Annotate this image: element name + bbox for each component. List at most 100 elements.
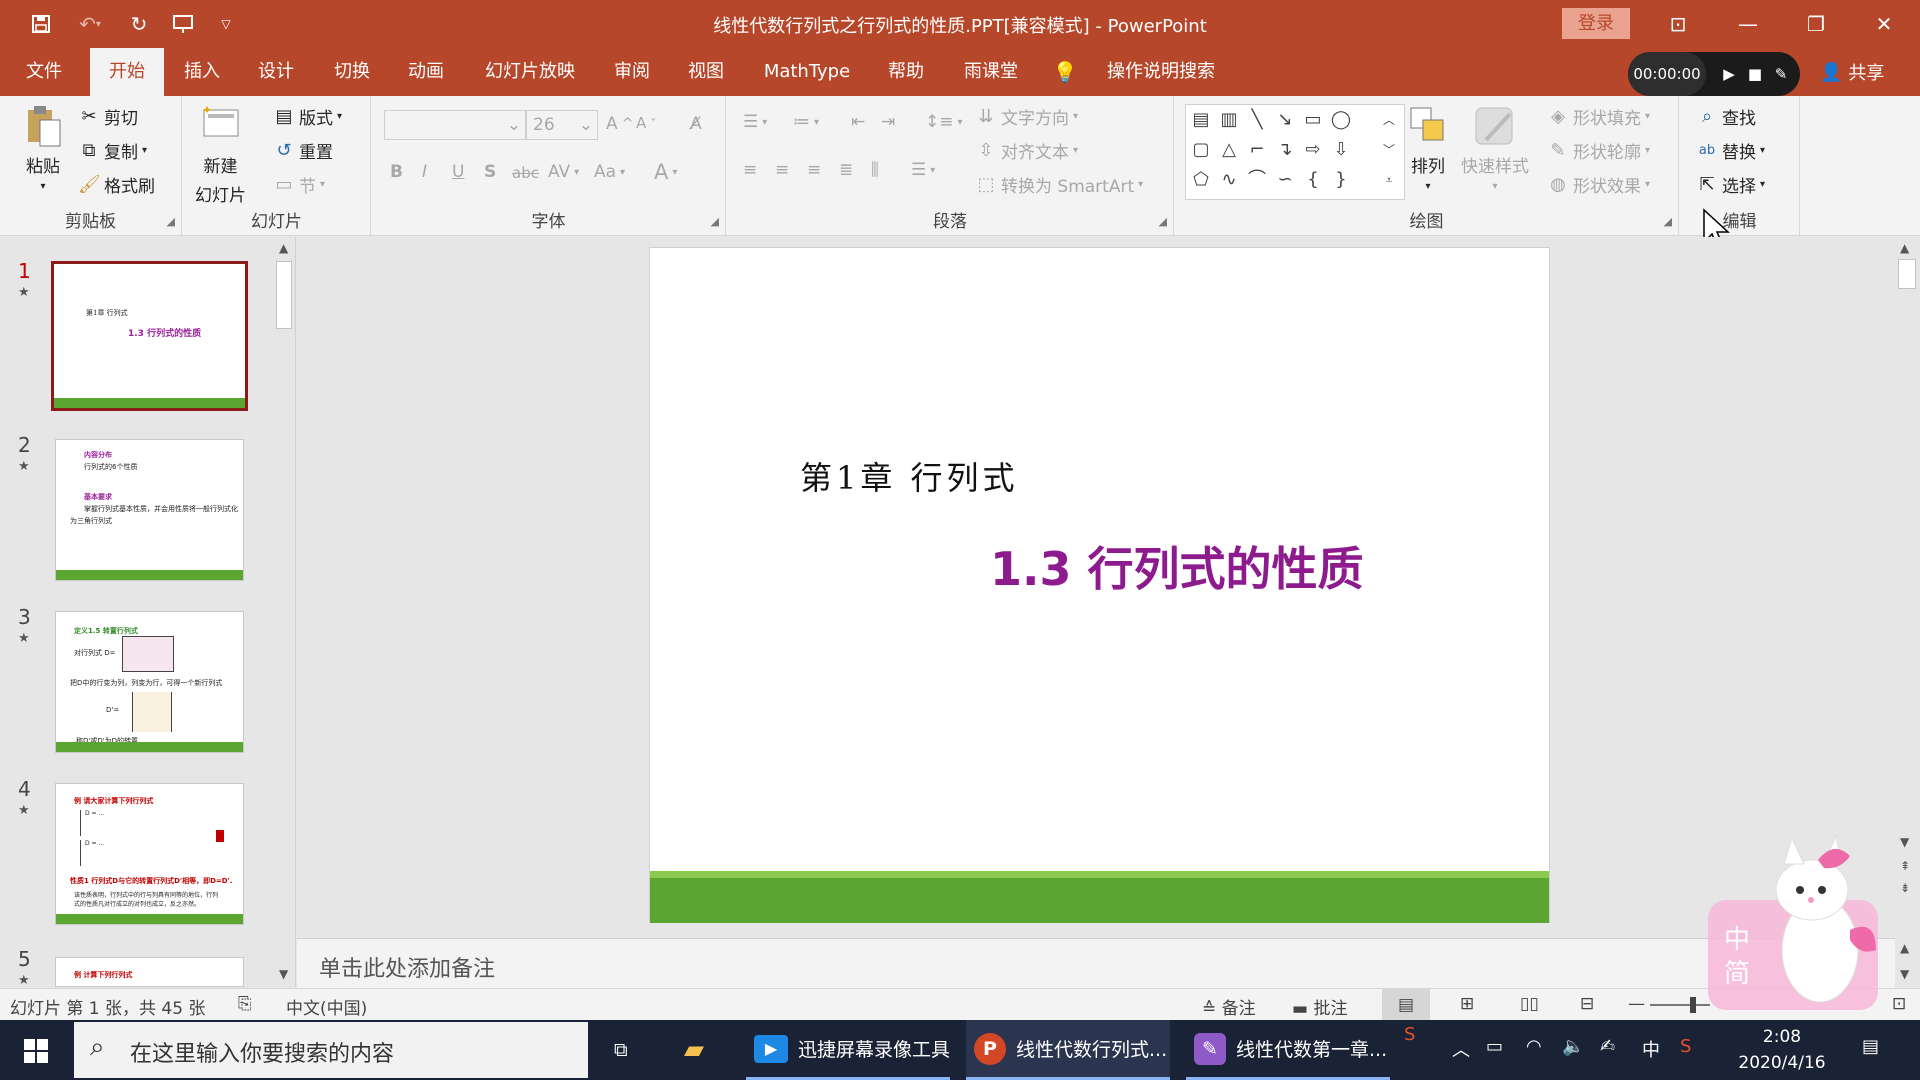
reading-view-icon[interactable]: ▯▯ bbox=[1520, 994, 1539, 1014]
task-view-icon[interactable]: ⧉ bbox=[606, 1020, 666, 1080]
scrollbar-thumb[interactable] bbox=[276, 261, 292, 329]
oval-shape-icon[interactable]: ◯ bbox=[1328, 107, 1354, 133]
slide-chapter-text[interactable]: 第1章 行列式 bbox=[800, 453, 1019, 499]
login-button[interactable]: 登录 bbox=[1562, 8, 1630, 39]
scrollbar-thumb[interactable] bbox=[1898, 259, 1916, 289]
dialog-launcher-icon[interactable]: ◢ bbox=[711, 215, 719, 228]
notes-pane[interactable]: 单击此处添加备注 bbox=[297, 938, 1895, 988]
share-button[interactable]: 👤 共享 bbox=[1820, 60, 1884, 85]
scroll-down-icon[interactable]: ▼ bbox=[1900, 835, 1909, 849]
start-slideshow-icon[interactable] bbox=[168, 10, 198, 38]
slideshow-view-icon[interactable]: ⊟ bbox=[1580, 994, 1594, 1014]
bold-button[interactable]: B bbox=[390, 162, 403, 182]
volume-icon[interactable]: 🔈 bbox=[1562, 1036, 1584, 1057]
layout-button[interactable]: ▤ 版式 ▾ bbox=[273, 104, 342, 129]
font-name-combo[interactable]: ⌄ bbox=[384, 110, 526, 140]
taskbar-search[interactable]: ⌕ 在这里输入你要搜索的内容 bbox=[74, 1022, 588, 1078]
reset-button[interactable]: ↺ 重置 bbox=[273, 138, 333, 163]
fit-slide-icon[interactable]: ⊡ bbox=[1892, 994, 1906, 1014]
wifi-icon[interactable]: ◠ bbox=[1526, 1036, 1542, 1057]
tab-file[interactable]: 文件 bbox=[16, 48, 72, 96]
change-case-button[interactable]: Aa ▾ bbox=[594, 162, 625, 182]
increase-font-icon[interactable]: A ^ bbox=[606, 114, 634, 134]
gallery-more-icon[interactable]: ⩡ bbox=[1376, 167, 1402, 193]
italic-button[interactable]: I bbox=[422, 162, 427, 182]
close-icon[interactable]: ✕ bbox=[1858, 8, 1910, 40]
tab-animations[interactable]: 动画 bbox=[398, 48, 454, 96]
tab-view[interactable]: 视图 bbox=[678, 48, 734, 96]
shape-effects-button[interactable]: ◍ 形状效果 ▾ bbox=[1547, 172, 1650, 197]
system-clock[interactable]: 2:08 2020/4/16 bbox=[1722, 1024, 1842, 1076]
pen-workspace-icon[interactable]: ✍ bbox=[1600, 1036, 1615, 1057]
arrow-line-shape-icon[interactable]: ↘ bbox=[1272, 107, 1298, 133]
decrease-indent-icon[interactable]: ⇤ bbox=[851, 112, 865, 132]
arrange-button[interactable]: 排列 ▾ bbox=[1407, 104, 1449, 192]
cut-button[interactable]: ✂ 剪切 bbox=[78, 104, 138, 129]
right-arrow-shape-icon[interactable]: ⇨ bbox=[1300, 137, 1326, 163]
section-button[interactable]: ▭ 节 ▾ bbox=[273, 172, 325, 197]
scroll-down-icon[interactable]: ▼ bbox=[1900, 967, 1909, 981]
thumbnail-scrollbar[interactable]: ▲ ▼ bbox=[273, 237, 295, 987]
tab-insert[interactable]: 插入 bbox=[174, 48, 230, 96]
underline-button[interactable]: U bbox=[452, 162, 464, 182]
slide-sorter-icon[interactable]: ⊞ bbox=[1460, 994, 1474, 1014]
scroll-up-icon[interactable]: ▲ bbox=[1900, 241, 1909, 255]
spelling-icon[interactable]: ⎘ bbox=[238, 994, 252, 1014]
shape-fill-button[interactable]: ◈ 形状填充 ▾ bbox=[1547, 104, 1650, 129]
slide-scrollbar[interactable]: ▲ ▼ ⇞ ⇟ ▲ ▼ bbox=[1894, 237, 1920, 987]
char-spacing-button[interactable]: AV ▾ bbox=[548, 162, 579, 182]
tab-home[interactable]: 开始 bbox=[90, 48, 164, 96]
bullets-icon[interactable]: ☰ ▾ bbox=[743, 112, 767, 132]
minimize-icon[interactable]: — bbox=[1722, 8, 1774, 40]
slide-title[interactable]: 1.3 行列式的性质 bbox=[990, 533, 1364, 599]
arc-shape-icon[interactable]: ⌒ bbox=[1244, 167, 1270, 193]
notes-toggle[interactable]: ≙ 备注 bbox=[1202, 994, 1256, 1019]
clear-format-icon[interactable]: A̸ bbox=[690, 114, 702, 134]
elbow-connector-shape-icon[interactable]: ⌐ bbox=[1244, 137, 1270, 163]
slide-thumbnail-4[interactable]: 例 请大家计算下列行列式 D = ... D = ... 性质1 行列式D与它的… bbox=[55, 783, 244, 925]
comments-toggle[interactable]: ▬ 批注 bbox=[1292, 994, 1347, 1019]
dialog-launcher-icon[interactable]: ◢ bbox=[1159, 215, 1167, 228]
decrease-font-icon[interactable]: Aˇ bbox=[636, 114, 657, 132]
dialog-launcher-icon[interactable]: ◢ bbox=[1664, 215, 1672, 228]
redo-icon[interactable]: ↻ bbox=[124, 10, 154, 38]
align-right-icon[interactable]: ≡ bbox=[807, 160, 821, 180]
tab-design[interactable]: 设计 bbox=[248, 48, 304, 96]
justify-icon[interactable]: ≣ bbox=[839, 160, 853, 180]
language-indicator[interactable]: 中文(中国) bbox=[286, 994, 367, 1019]
file-explorer-icon[interactable]: ▰ bbox=[676, 1020, 736, 1080]
slide-thumbnail-2[interactable]: 内容分布 行列式的6个性质 基本要求 掌握行列式基本性质，并会用性质将一般行列式… bbox=[55, 439, 244, 581]
taskbar-app-powerpoint[interactable]: P 线性代数行列式... bbox=[966, 1020, 1170, 1080]
tab-rain-classroom[interactable]: 雨课堂 bbox=[956, 48, 1026, 96]
rectangle-shape-icon[interactable]: ▭ bbox=[1300, 107, 1326, 133]
scribble-shape-icon[interactable]: ∿ bbox=[1216, 167, 1242, 193]
tab-review[interactable]: 审阅 bbox=[604, 48, 660, 96]
tab-mathtype[interactable]: MathType bbox=[756, 48, 858, 96]
select-button[interactable]: ⇱ 选择 ▾ bbox=[1696, 172, 1765, 197]
shadow-button[interactable]: S bbox=[484, 162, 496, 182]
slide-thumbnail-3[interactable]: 定义1.5 转置行列式 对行列式 D= 把D中的行变为列，列变为行，可得一个新行… bbox=[55, 611, 244, 753]
gallery-down-icon[interactable]: ﹀ bbox=[1376, 137, 1402, 163]
paragraph-align-icon[interactable]: ☰ ▾ bbox=[911, 160, 935, 180]
text-direction-button[interactable]: ⇊ 文字方向 ▾ bbox=[975, 104, 1078, 129]
previous-slide-icon[interactable]: ⇞ bbox=[1900, 859, 1910, 873]
triangle-shape-icon[interactable]: △ bbox=[1216, 137, 1242, 163]
ribbon-display-icon[interactable]: ⊡ bbox=[1652, 8, 1704, 40]
new-slide-button[interactable]: ✦ 新建 幻灯片 bbox=[195, 104, 246, 206]
slide-thumbnail-1[interactable]: 第1章 行列式 1.3 行列式的性质 bbox=[51, 261, 248, 411]
pen-icon[interactable]: ✎ bbox=[1770, 62, 1792, 86]
windows-start-icon[interactable] bbox=[10, 1034, 62, 1068]
sogou-ime-icon[interactable]: S bbox=[1680, 1036, 1691, 1057]
line-shape-icon[interactable]: ╲ bbox=[1244, 107, 1270, 133]
textbox-shape-icon[interactable]: ▤ bbox=[1188, 107, 1214, 133]
current-slide[interactable]: 第1章 行列式 1.3 行列式的性质 bbox=[649, 247, 1550, 923]
zoom-out-icon[interactable]: — bbox=[1628, 994, 1645, 1014]
columns-icon[interactable]: ⫼ bbox=[871, 160, 879, 180]
replace-button[interactable]: ab 替换 ▾ bbox=[1696, 138, 1765, 163]
align-text-button[interactable]: ⇳ 对齐文本 ▾ bbox=[975, 138, 1078, 163]
sogou-icon[interactable]: S bbox=[1404, 1024, 1415, 1045]
zoom-slider-thumb[interactable] bbox=[1690, 997, 1696, 1013]
align-left-icon[interactable]: ≡ bbox=[743, 160, 757, 180]
tab-transitions[interactable]: 切换 bbox=[324, 48, 380, 96]
format-painter-button[interactable]: 🖌 格式刷 bbox=[78, 172, 155, 197]
